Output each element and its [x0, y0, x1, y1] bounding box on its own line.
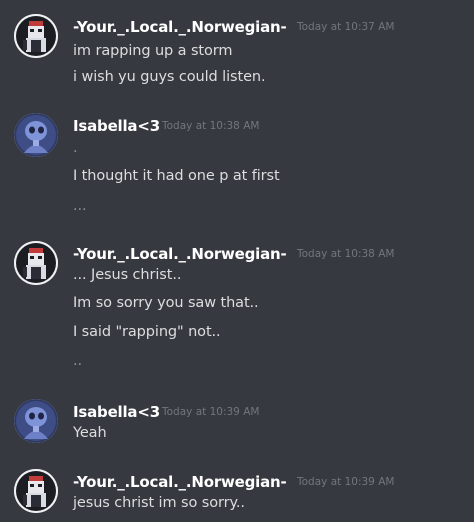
blue-character-avatar-icon[interactable] [14, 399, 58, 443]
message-timestamp: Today at 10:39 AM [297, 476, 395, 488]
message-timestamp: Today at 10:38 AM [297, 248, 395, 260]
message-text: . [73, 140, 78, 156]
message-author[interactable]: -Your._.Local._.Norwegian- [73, 245, 287, 263]
blue-character-avatar-icon[interactable] [14, 113, 58, 157]
message-text: Yeah [73, 425, 107, 441]
message-text: ... Jesus christ.. [73, 267, 182, 283]
dark-figure-avatar-icon[interactable] [14, 469, 58, 513]
message-author[interactable]: -Your._.Local._.Norwegian- [73, 18, 287, 36]
message-text: .. [73, 353, 83, 369]
chat-message-list: -Your._.Local._.Norwegian- Today at 10:3… [0, 0, 474, 522]
message-text: jesus christ im so sorry.. [73, 495, 245, 511]
dark-figure-avatar-icon[interactable] [14, 14, 58, 58]
message-timestamp: Today at 10:38 AM [162, 120, 260, 132]
message-text: Im so sorry you saw that.. [73, 295, 259, 311]
message-timestamp: Today at 10:37 AM [297, 21, 395, 33]
dark-figure-avatar-icon[interactable] [14, 241, 58, 285]
message-author[interactable]: -Your._.Local._.Norwegian- [73, 473, 287, 491]
message-timestamp: Today at 10:39 AM [162, 406, 260, 418]
message-text: im rapping up a storm [73, 43, 233, 59]
message-text: I said "rapping" not.. [73, 324, 221, 340]
message-author[interactable]: Isabella<3 [73, 117, 160, 135]
message-text: i wish yu guys could listen. [73, 69, 266, 85]
message-text: ... [73, 198, 87, 214]
message-text: I thought it had one p at first [73, 168, 280, 184]
message-author[interactable]: Isabella<3 [73, 403, 160, 421]
